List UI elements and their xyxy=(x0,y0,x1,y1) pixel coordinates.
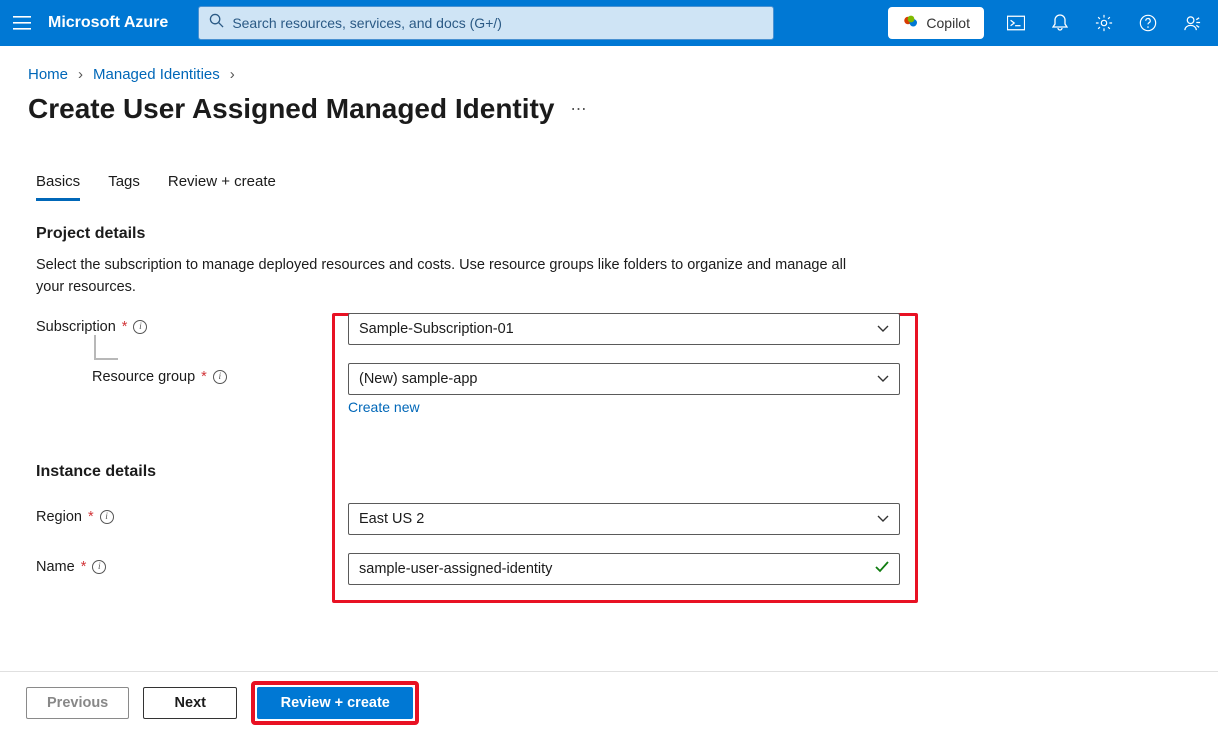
breadcrumb-home[interactable]: Home xyxy=(28,66,68,83)
settings-gear-icon[interactable] xyxy=(1082,0,1126,46)
chevron-right-icon: › xyxy=(230,66,235,83)
name-value: sample-user-assigned-identity xyxy=(359,561,552,577)
checkmark-icon xyxy=(875,561,889,577)
highlight-annotation: Review + create xyxy=(251,681,419,725)
subscription-value: Sample-Subscription-01 xyxy=(359,321,514,337)
section-heading-instance: Instance details xyxy=(36,463,920,481)
tabs: Basics Tags Review + create xyxy=(0,125,1218,201)
required-indicator: * xyxy=(201,369,207,385)
create-new-link[interactable]: Create new xyxy=(348,399,420,415)
region-select[interactable]: East US 2 xyxy=(348,503,900,535)
review-create-button[interactable]: Review + create xyxy=(257,687,413,719)
name-label: Name * i xyxy=(36,553,348,575)
required-indicator: * xyxy=(122,319,128,335)
resource-group-value: (New) sample-app xyxy=(359,371,477,387)
section-heading-project: Project details xyxy=(36,225,920,243)
chevron-right-icon: › xyxy=(78,66,83,83)
chevron-down-icon xyxy=(877,375,889,383)
breadcrumb: Home › Managed Identities › xyxy=(0,46,1218,83)
notifications-icon[interactable] xyxy=(1038,0,1082,46)
copilot-icon xyxy=(902,13,920,34)
more-actions-icon[interactable]: ⋯ xyxy=(570,99,587,119)
footer-actions: Previous Next Review + create xyxy=(0,671,1218,734)
resource-group-label: Resource group * i xyxy=(92,363,348,385)
tab-tags[interactable]: Tags xyxy=(108,173,140,201)
search-input[interactable] xyxy=(232,15,763,31)
info-icon[interactable]: i xyxy=(213,370,227,384)
feedback-icon[interactable] xyxy=(1170,0,1214,46)
chevron-down-icon xyxy=(877,325,889,333)
region-value: East US 2 xyxy=(359,511,424,527)
chevron-down-icon xyxy=(877,515,889,523)
top-bar: Microsoft Azure Copilot xyxy=(0,0,1218,46)
copilot-button[interactable]: Copilot xyxy=(888,7,984,39)
hamburger-menu-icon[interactable] xyxy=(4,0,40,46)
copilot-label: Copilot xyxy=(926,15,970,31)
info-icon[interactable]: i xyxy=(100,510,114,524)
cloud-shell-icon[interactable] xyxy=(994,0,1038,46)
resource-group-select[interactable]: (New) sample-app xyxy=(348,363,900,395)
page-title: Create User Assigned Managed Identity xyxy=(28,93,554,125)
required-indicator: * xyxy=(88,509,94,525)
info-icon[interactable]: i xyxy=(92,560,106,574)
tab-basics[interactable]: Basics xyxy=(36,173,80,201)
top-toolbar-icons xyxy=(994,0,1214,46)
breadcrumb-managed-identities[interactable]: Managed Identities xyxy=(93,66,220,83)
info-icon[interactable]: i xyxy=(133,320,147,334)
section-description-project: Select the subscription to manage deploy… xyxy=(36,255,876,299)
next-button[interactable]: Next xyxy=(143,687,237,719)
help-icon[interactable] xyxy=(1126,0,1170,46)
global-search[interactable] xyxy=(198,6,774,40)
form-content: Project details Select the subscription … xyxy=(0,201,920,585)
required-indicator: * xyxy=(81,559,87,575)
subscription-select[interactable]: Sample-Subscription-01 xyxy=(348,313,900,345)
brand-label[interactable]: Microsoft Azure xyxy=(40,14,186,32)
subscription-label: Subscription * i xyxy=(36,313,348,335)
tab-review-create[interactable]: Review + create xyxy=(168,173,276,201)
region-label: Region * i xyxy=(36,503,348,525)
search-icon xyxy=(209,13,224,33)
name-input[interactable]: sample-user-assigned-identity xyxy=(348,553,900,585)
previous-button: Previous xyxy=(26,687,129,719)
